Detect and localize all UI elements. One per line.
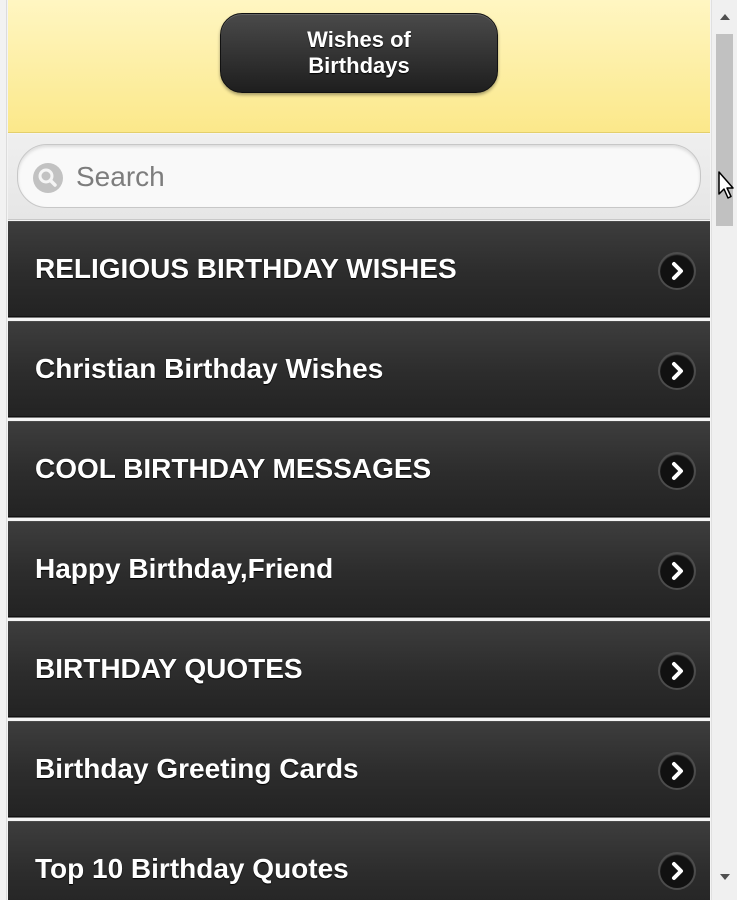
list-item[interactable]: RELIGIOUS BIRTHDAY WISHES: [8, 221, 710, 317]
list-item-label: RELIGIOUS BIRTHDAY WISHES: [35, 253, 457, 284]
page-header: Wishes of Birthdays: [8, 0, 710, 133]
chevron-right-icon: [660, 254, 694, 288]
list-item-label: Happy Birthday,Friend: [35, 553, 334, 584]
birthday-category-list: RELIGIOUS BIRTHDAY WISHES Christian Birt…: [8, 221, 710, 900]
search-input[interactable]: [74, 153, 678, 201]
list-item-label: Top 10 Birthday Quotes: [35, 853, 349, 884]
chevron-right-icon: [660, 354, 694, 388]
list-item-label: BIRTHDAY QUOTES: [35, 653, 303, 684]
list-item-label: COOL BIRTHDAY MESSAGES: [35, 453, 432, 484]
search-field[interactable]: [17, 144, 701, 208]
chevron-right-icon: [660, 754, 694, 788]
list-item-label: Christian Birthday Wishes: [35, 353, 384, 384]
app-title-button[interactable]: Wishes of Birthdays: [220, 13, 498, 93]
search-icon: [33, 163, 63, 193]
chevron-right-icon: [660, 554, 694, 588]
mouse-pointer-icon: [717, 170, 735, 200]
list-item[interactable]: Birthday Greeting Cards: [8, 721, 710, 817]
chevron-right-icon: [660, 654, 694, 688]
list-item-label: Birthday Greeting Cards: [35, 753, 359, 784]
scroll-down-arrow-icon[interactable]: [712, 866, 737, 888]
vertical-scrollbar[interactable]: [711, 0, 737, 900]
search-bar: [8, 134, 710, 220]
scroll-up-arrow-icon[interactable]: [712, 6, 737, 28]
list-item[interactable]: Happy Birthday,Friend: [8, 521, 710, 617]
chevron-right-icon: [660, 454, 694, 488]
list-item[interactable]: COOL BIRTHDAY MESSAGES: [8, 421, 710, 517]
chevron-right-icon: [660, 854, 694, 888]
list-item[interactable]: Christian Birthday Wishes: [8, 321, 710, 417]
list-item[interactable]: BIRTHDAY QUOTES: [8, 621, 710, 717]
app-window: Wishes of Birthdays RELIGIOUS BIRTHDAY W…: [0, 0, 737, 900]
list-item[interactable]: Top 10 Birthday Quotes: [8, 821, 710, 900]
window-left-edge: [0, 0, 7, 900]
